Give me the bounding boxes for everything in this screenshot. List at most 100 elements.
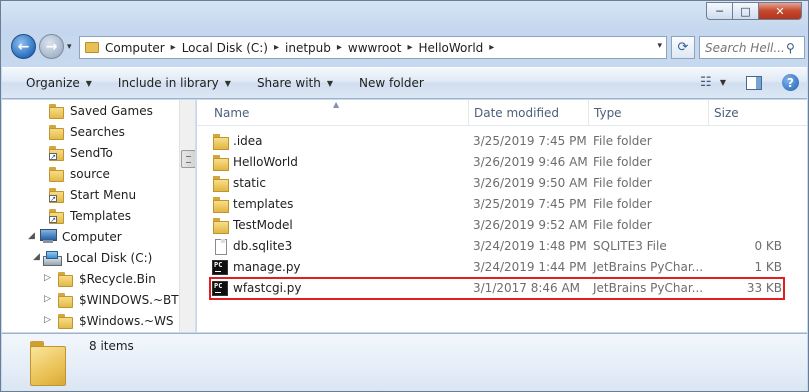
tree-item-label: $Windows.~WS (79, 313, 174, 328)
recent-pages-dropdown[interactable]: ▾ (67, 42, 72, 52)
new-folder-button[interactable]: New folder (346, 68, 437, 98)
include-in-library-menu[interactable]: Include in library ▼ (105, 68, 244, 98)
disk-icon (43, 250, 62, 266)
breadcrumb-chevron-icon[interactable]: ▸ (274, 42, 279, 53)
breadcrumb-item[interactable]: Computer ▸ (105, 41, 182, 55)
share-with-menu[interactable]: Share with ▼ (244, 68, 346, 98)
back-button[interactable]: ← (11, 34, 36, 59)
navigation-scrollbar[interactable] (179, 100, 195, 332)
expand-arrow-icon[interactable]: ▷ (44, 273, 51, 283)
tree-item[interactable]: Local Disk (C:) (43, 247, 152, 268)
tree-item-label: Computer (62, 229, 122, 244)
tree-item[interactable]: Searches (48, 121, 125, 142)
folder-icon (212, 218, 229, 234)
forward-button[interactable]: → (39, 34, 64, 59)
tree-item[interactable]: Computer (39, 226, 122, 247)
shortcut-arrow-icon: ↗ (49, 194, 57, 203)
share-with-label: Share with (256, 76, 321, 90)
tree-item[interactable]: Saved Games (48, 100, 153, 121)
file-row[interactable]: HelloWorld 3/26/2019 9:46 AM File folder (210, 152, 782, 173)
view-controls: ☷ ▼ ? (698, 74, 799, 91)
column-divider[interactable] (708, 100, 709, 126)
file-date-modified: 3/24/2019 1:44 PM (473, 260, 587, 274)
file-type: File folder (593, 197, 652, 211)
folder-icon (85, 42, 99, 53)
tree-item[interactable]: ↗ Templates (48, 205, 131, 226)
file-type: File folder (593, 155, 652, 169)
tree-item-label: Searches (70, 124, 125, 139)
file-row[interactable]: PC manage.py 3/24/2019 1:44 PM JetBrains Py… (210, 257, 782, 278)
file-row[interactable]: static 3/26/2019 9:50 AM File folder (210, 173, 782, 194)
file-name: db.sqlite3 (233, 239, 293, 253)
breadcrumb-chevron-icon[interactable]: ▸ (489, 42, 494, 53)
column-header-size[interactable]: Size (714, 100, 794, 126)
file-type: File folder (593, 134, 652, 148)
breadcrumb-item[interactable]: HelloWorld ▸ (418, 41, 500, 55)
breadcrumb-chevron-icon[interactable]: ▸ (407, 42, 412, 53)
expand-arrow-icon[interactable]: ▷ (44, 294, 51, 304)
expand-arrow-icon[interactable]: ▷ (44, 315, 51, 325)
tree-item-label: Saved Games (70, 103, 153, 118)
file-row[interactable]: templates 3/25/2019 7:45 PM File folder (210, 194, 782, 215)
minimize-button[interactable]: ─ (706, 2, 732, 20)
preview-pane-icon[interactable] (746, 75, 762, 90)
organize-menu[interactable]: Organize ▼ (2, 68, 105, 98)
file-row[interactable]: db.sqlite3 3/24/2019 1:48 PM SQLITE3 File 0… (210, 236, 782, 257)
file-row[interactable]: TestModel 3/26/2019 9:52 AM File folder (210, 215, 782, 236)
explorer-window: ─ □ ✕ ← → ▾ Computer ▸ Local Disk (C:) ▸ ine… (0, 0, 809, 392)
shortcut-folder-icon: ↗ (48, 145, 64, 161)
file-date-modified: 3/25/2019 7:45 PM (473, 134, 587, 148)
breadcrumb-item[interactable]: wwwroot ▸ (348, 41, 419, 55)
file-size: 1 KB (754, 260, 782, 274)
breadcrumb-chevron-icon[interactable]: ▸ (337, 42, 342, 53)
search-box[interactable]: ⚲ (699, 36, 805, 59)
column-header-type[interactable]: Type (594, 100, 709, 126)
details-pane: 8 items (2, 333, 807, 391)
tree-item-label: SendTo (70, 145, 113, 160)
file-row[interactable]: .idea 3/25/2019 7:45 PM File folder (210, 131, 782, 152)
address-bar[interactable]: Computer ▸ Local Disk (C:) ▸ inetpub ▸ wwwroot… (79, 36, 667, 59)
refresh-icon: ⟳ (677, 40, 689, 55)
view-options-dropdown[interactable]: ▼ (720, 78, 726, 87)
column-label-type: Type (594, 106, 622, 120)
tree-item[interactable]: $Recycle.Bin (57, 268, 156, 289)
column-header-date-modified[interactable]: Date modified (474, 100, 589, 126)
breadcrumb-label: wwwroot (347, 40, 402, 55)
collapse-arrow-icon[interactable]: ◢ (33, 252, 40, 262)
tree-item[interactable]: source (48, 163, 110, 184)
collapse-arrow-icon[interactable]: ◢ (28, 231, 35, 241)
breadcrumb-item[interactable]: Local Disk (C:) ▸ (182, 41, 285, 55)
tree-item[interactable]: $WINDOWS.~BT (57, 289, 179, 310)
tree-item[interactable]: ↗ SendTo (48, 142, 113, 163)
pycharm-icon: PC (212, 260, 228, 275)
dropdown-arrow-icon: ▼ (224, 78, 231, 88)
close-button[interactable]: ✕ (758, 2, 802, 20)
organize-label: Organize (26, 76, 80, 90)
column-label-size: Size (714, 106, 739, 120)
breadcrumb-label: Computer (105, 40, 165, 55)
column-divider[interactable] (588, 100, 589, 126)
tree-item-label: Local Disk (C:) (66, 250, 153, 265)
tree-item[interactable]: ↗ Start Menu (48, 184, 136, 205)
refresh-button[interactable]: ⟳ (671, 36, 695, 59)
maximize-button[interactable]: □ (732, 2, 758, 20)
file-size: 0 KB (754, 239, 782, 253)
address-history-dropdown[interactable]: ▾ (657, 41, 662, 51)
breadcrumb-label: inetpub (285, 40, 331, 55)
help-icon[interactable]: ? (782, 74, 799, 91)
file-name: templates (233, 197, 294, 211)
file-name: .idea (233, 134, 263, 148)
file-list: ▲ Name Date modified Type Size .idea 3/25… (197, 100, 807, 332)
column-header-name[interactable]: Name (214, 100, 464, 126)
search-icon[interactable]: ⚲ (786, 41, 795, 55)
change-view-icon[interactable]: ☷ (698, 75, 714, 91)
command-bar: Organize ▼ Include in library ▼ Share wi… (2, 67, 807, 99)
breadcrumb-chevron-icon[interactable]: ▸ (171, 42, 176, 53)
column-divider[interactable] (468, 100, 469, 126)
folder-icon (30, 341, 66, 386)
scrollbar-thumb[interactable] (181, 150, 195, 168)
tree-item[interactable]: $Windows.~WS (57, 310, 174, 331)
breadcrumb-item[interactable]: inetpub ▸ (285, 41, 348, 55)
tree-item-label: Start Menu (70, 187, 137, 202)
search-input[interactable] (700, 39, 786, 56)
